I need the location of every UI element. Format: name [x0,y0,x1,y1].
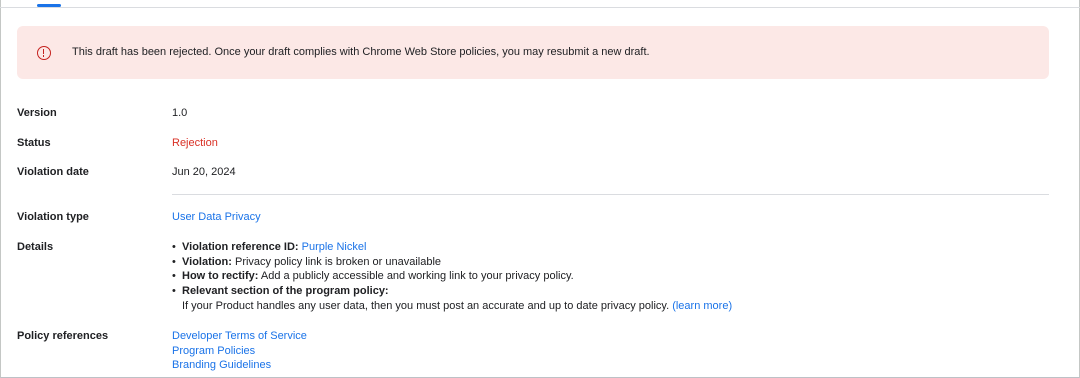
violation-type-label: Violation type [17,211,89,223]
violation-type-link[interactable]: User Data Privacy [172,211,261,223]
reference-id-label: Violation reference ID: [182,241,299,253]
policy-references-label: Policy references [17,330,109,342]
violation-date-value: Jun 20, 2024 [172,166,236,178]
rejection-banner: This draft has been rejected. Once your … [17,26,1049,79]
list-item: • Violation: Privacy policy link is brok… [172,255,732,270]
status-label: Status [17,137,51,149]
rectify-value: Add a publicly accessible and working li… [260,270,574,283]
list-item: If your Product handles any user data, t… [172,299,732,314]
version-value: 1.0 [172,107,188,119]
bullet: • [172,255,176,268]
bullet: • [172,241,176,253]
version-label: Version [17,107,57,119]
violation-value: Privacy policy link is broken or unavail… [234,255,442,268]
developer-terms-link[interactable]: Developer Terms of Service [172,330,307,342]
list-item: • Violation reference ID: Purple Nickel [172,240,732,255]
error-icon [37,46,51,60]
reference-id-link[interactable]: Purple Nickel [302,241,367,253]
status-value: Rejection [172,137,218,149]
program-policies-link[interactable]: Program Policies [172,345,255,357]
learn-more-link[interactable]: (learn more) [672,300,732,312]
section-divider [172,194,1049,195]
violation-date-label: Violation date [17,166,89,178]
details-list: • Violation reference ID: Purple Nickel … [172,240,732,314]
rectify-label: How to rectify: [182,270,259,283]
list-item: • Relevant section of the program policy… [172,284,732,299]
details-label: Details [17,241,54,253]
banner-message: This draft has been rejected. Once your … [72,46,650,58]
list-item: • How to rectify: Add a publicly accessi… [172,269,732,284]
tab-divider [0,7,1080,8]
bullet: • [172,270,176,283]
policy-section-label: Relevant section of the program policy: [182,285,389,298]
policy-section-text: If your Product handles any user data, t… [182,299,670,312]
bullet: • [172,285,176,298]
branding-guidelines-link[interactable]: Branding Guidelines [172,359,271,371]
violation-label: Violation: [182,255,232,268]
